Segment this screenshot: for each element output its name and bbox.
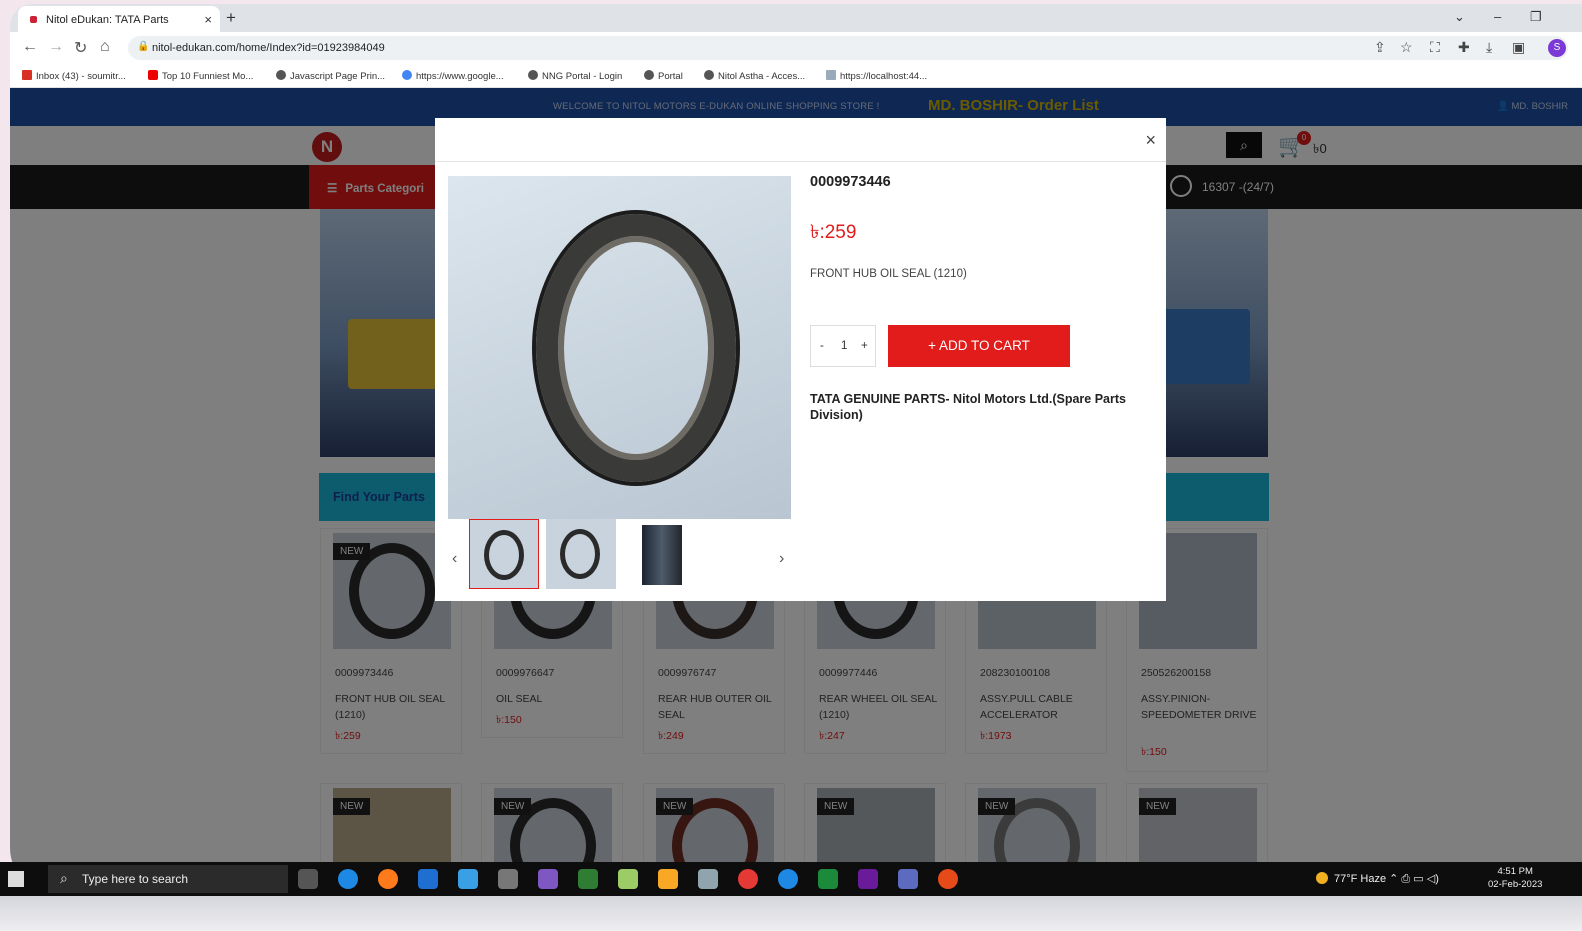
windows-start-icon[interactable] <box>8 871 24 887</box>
side-panel-icon[interactable]: ▣ <box>1512 39 1525 56</box>
edge-icon[interactable] <box>338 869 358 889</box>
url-text: nitol-edukan.com/home/Index?id=019239840… <box>152 42 385 54</box>
globe-icon <box>276 70 286 80</box>
add-to-cart-button[interactable]: + ADD TO CART <box>888 325 1070 367</box>
browser-toolbar: ← → ↻ ⌂ 🔒 nitol-edukan.com/home/Index?id… <box>10 32 1582 64</box>
mail-icon[interactable] <box>418 869 438 889</box>
product-description: FRONT HUB OIL SEAL (1210) <box>810 268 967 280</box>
app-icon[interactable] <box>698 869 718 889</box>
thumbnail-3[interactable] <box>622 519 692 589</box>
minimize-icon[interactable]: – <box>1494 9 1501 24</box>
bookmark-star-icon[interactable]: ☆ <box>1400 39 1413 56</box>
forward-icon[interactable]: → <box>48 38 64 56</box>
visual-studio-icon[interactable] <box>538 869 558 889</box>
chrome-icon[interactable] <box>738 869 758 889</box>
bookmark-localhost[interactable]: https://localhost:44... <box>826 70 927 82</box>
tab-search-icon[interactable]: ⌄ <box>1454 9 1465 25</box>
weather-text[interactable]: 77°F Haze <box>1334 873 1386 885</box>
bookmark-youtube[interactable]: Top 10 Funniest Mo... <box>148 70 253 82</box>
app-icon[interactable] <box>898 869 918 889</box>
globe-icon <box>644 70 654 80</box>
clock-date: 02-Feb-2023 <box>1488 879 1543 890</box>
bookmarks-bar: Inbox (43) - soumitr... Top 10 Funniest … <box>10 64 1582 88</box>
address-bar[interactable]: 🔒 nitol-edukan.com/home/Index?id=0192398… <box>128 36 1568 60</box>
close-icon[interactable]: × <box>1145 130 1156 151</box>
back-icon[interactable]: ← <box>22 38 38 56</box>
share-icon[interactable]: ⇪ <box>1374 39 1386 56</box>
tray-icons[interactable]: ⌃ ⎙ ▭ ◁) <box>1389 873 1439 885</box>
modal-header: × <box>435 118 1166 162</box>
extensions-icon[interactable]: ✚ <box>1458 39 1470 56</box>
globe-icon <box>528 70 538 80</box>
system-tray: 77°F Haze ⌃ ⎙ ▭ ◁) <box>1316 872 1439 886</box>
product-code: 0009973446 <box>810 174 891 190</box>
app-icon[interactable] <box>778 869 798 889</box>
tab-title: Nitol eDukan: TATA Parts <box>46 14 169 26</box>
visual-studio-icon[interactable] <box>858 869 878 889</box>
google-icon <box>402 70 412 80</box>
gmail-icon <box>22 70 32 80</box>
site-favicon-icon <box>30 16 37 23</box>
file-explorer-icon[interactable] <box>658 869 678 889</box>
app-icon[interactable] <box>618 869 638 889</box>
clock[interactable]: 4:51 PM 02-Feb-2023 <box>1488 865 1542 891</box>
firefox-icon[interactable] <box>378 869 398 889</box>
chevron-right-icon[interactable]: › <box>779 550 784 568</box>
screen-reflection <box>0 896 1582 931</box>
taskbar-search-placeholder: Type here to search <box>82 872 189 886</box>
quantity-stepper: - 1 + <box>810 325 876 367</box>
product-price: ৳:259 <box>810 222 857 243</box>
bookmark-nng-portal[interactable]: NNG Portal - Login <box>528 70 622 82</box>
bookmark-portal[interactable]: Portal <box>644 70 683 82</box>
bookmark-google[interactable]: https://www.google... <box>402 70 504 82</box>
bookmark-gmail[interactable]: Inbox (43) - soumitr... <box>22 70 126 82</box>
search-icon: ⌕ <box>60 870 68 886</box>
bookmark-javascript[interactable]: Javascript Page Prin... <box>276 70 385 82</box>
qty-increase-button[interactable]: + <box>861 340 868 352</box>
restore-icon[interactable]: ❐ <box>1530 9 1542 25</box>
chevron-left-icon[interactable]: ‹ <box>452 550 457 568</box>
download-icon[interactable]: ⤓ <box>1486 39 1492 56</box>
thumbnail-2[interactable] <box>546 519 616 589</box>
product-main-image[interactable] <box>448 176 791 519</box>
task-view-icon[interactable] <box>298 869 318 889</box>
globe-icon <box>704 70 714 80</box>
youtube-icon <box>148 70 158 80</box>
qty-value[interactable]: 1 <box>841 340 847 352</box>
page-icon <box>826 70 836 80</box>
browser-window: Nitol eDukan: TATA Parts × + ⌄ – ❐ ← → ↻… <box>10 4 1582 892</box>
brand-note: TATA GENUINE PARTS- Nitol Motors Ltd.(Sp… <box>810 392 1126 422</box>
lock-icon: 🔒 <box>137 41 150 52</box>
store-icon[interactable] <box>458 869 478 889</box>
windows-taskbar: ⌕ Type here to search 77°F Haze ⌃ ⎙ ▭ ◁)… <box>0 862 1582 896</box>
thumbnail-1[interactable] <box>469 519 539 589</box>
home-icon[interactable]: ⌂ <box>100 38 110 56</box>
quick-view-modal: × ‹ › 0009973446 ৳:259 FRONT HUB OIL SEA… <box>435 118 1166 601</box>
new-tab-button[interactable]: + <box>226 8 236 28</box>
powerpoint-icon[interactable] <box>938 869 958 889</box>
clock-time: 4:51 PM <box>1497 866 1533 877</box>
profile-avatar[interactable]: S <box>1548 39 1566 57</box>
weather-icon <box>1316 872 1328 884</box>
reload-icon[interactable]: ↻ <box>74 38 87 58</box>
bookmark-nitol-astha[interactable]: Nitol Astha - Acces... <box>704 70 805 82</box>
excel-icon[interactable] <box>818 869 838 889</box>
close-tab-icon[interactable]: × <box>204 12 212 27</box>
web-page: WELCOME TO NITOL MOTORS E-DUKAN ONLINE S… <box>10 88 1582 892</box>
taskbar-search-box[interactable]: ⌕ Type here to search <box>48 865 288 893</box>
app-icon[interactable] <box>578 869 598 889</box>
tab-nitol-edukan[interactable]: Nitol eDukan: TATA Parts × <box>18 6 220 32</box>
qty-decrease-button[interactable]: - <box>820 340 824 352</box>
tab-strip: Nitol eDukan: TATA Parts × + ⌄ – ❐ <box>10 4 1582 32</box>
app-icon[interactable] <box>498 869 518 889</box>
screenshot-icon[interactable]: ⛶ <box>1430 39 1440 56</box>
